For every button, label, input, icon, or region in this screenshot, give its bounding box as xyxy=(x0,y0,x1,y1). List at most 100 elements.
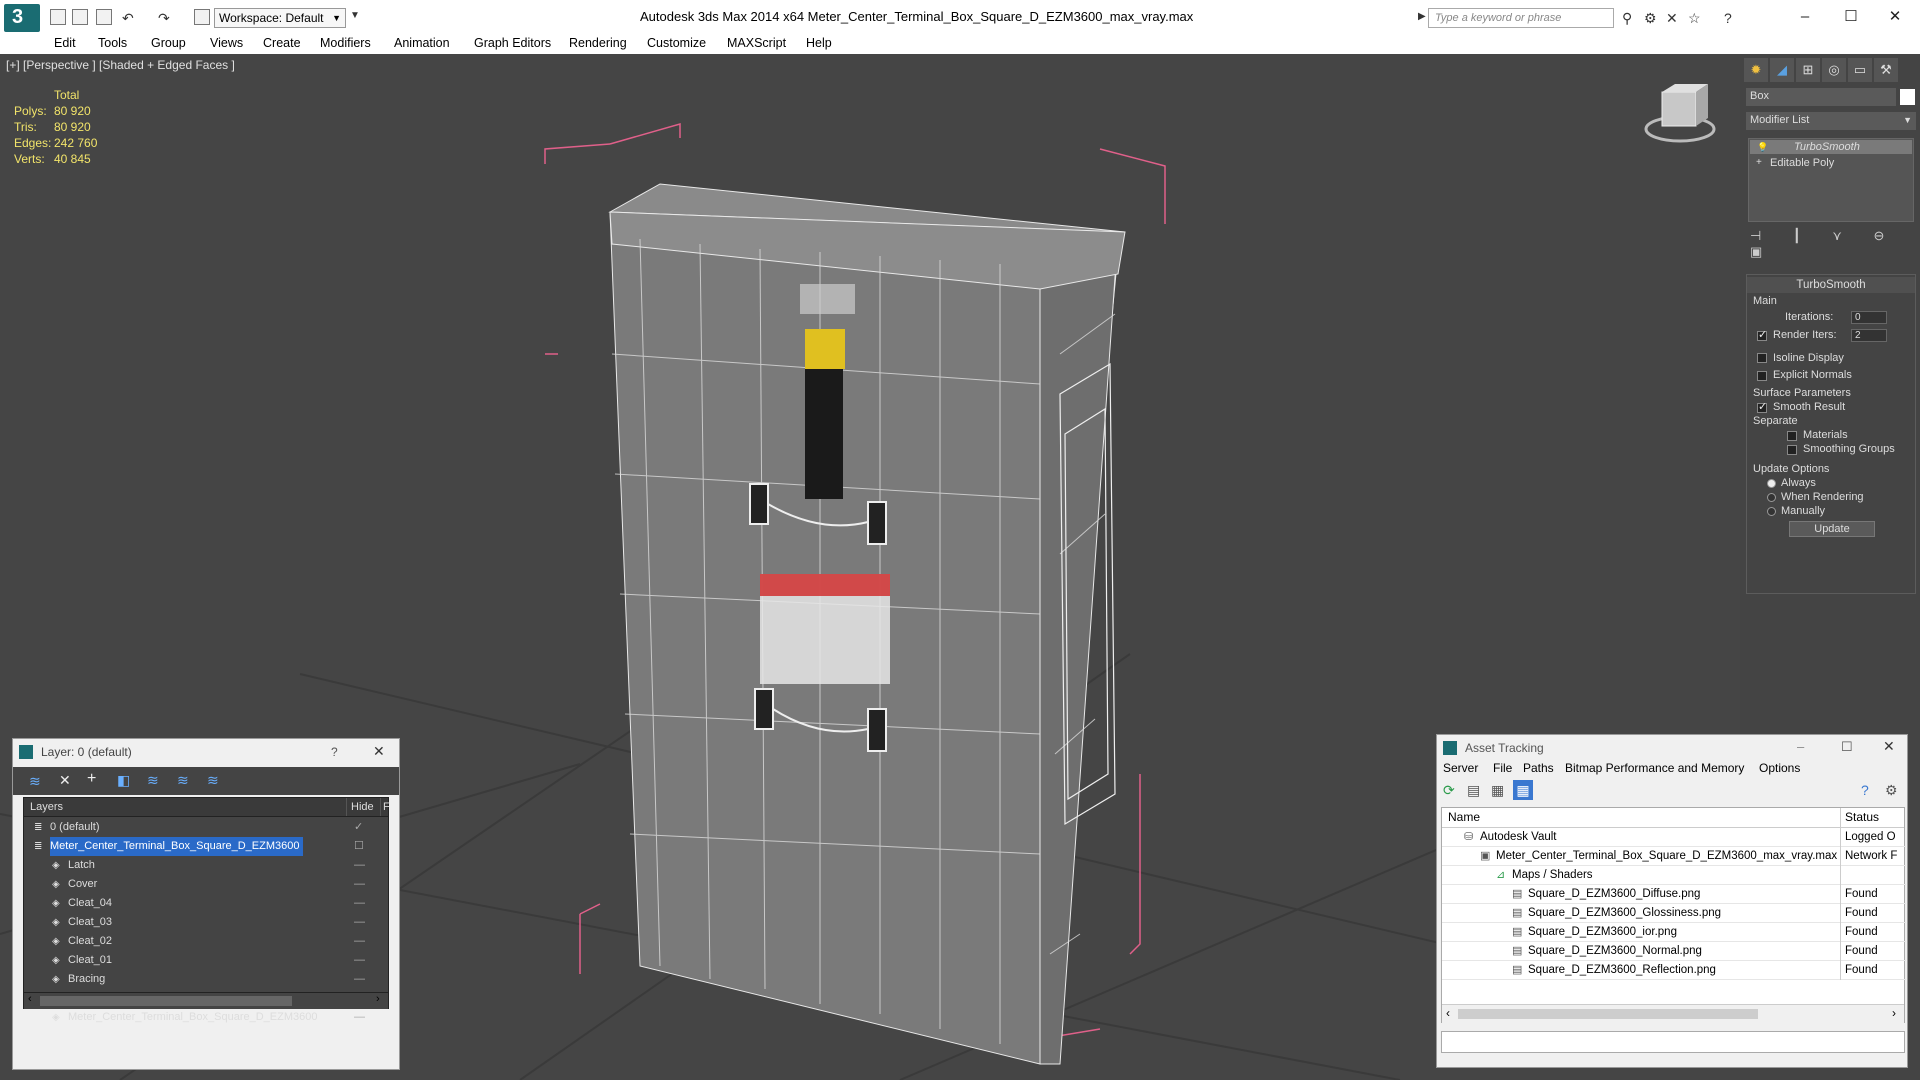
new-file-icon[interactable] xyxy=(50,9,66,25)
menu-edit[interactable]: Edit xyxy=(54,36,76,50)
delete-layer-icon[interactable]: ✕ xyxy=(59,772,71,789)
asset-row[interactable]: ▤ Square_D_EZM3600_Reflection.png Found xyxy=(1442,961,1906,980)
hide-toggle[interactable]: — xyxy=(354,951,365,970)
select-objects-icon[interactable]: ◧ xyxy=(117,772,130,789)
settings-icon[interactable]: ⚙ xyxy=(1885,782,1898,799)
expand-plus-icon[interactable]: + xyxy=(1756,157,1762,168)
col-hide[interactable]: Hide xyxy=(346,798,374,816)
modify-tab-icon[interactable]: ◢ xyxy=(1770,58,1794,82)
help-icon[interactable]: ? xyxy=(1724,10,1732,26)
explicit-normals-checkbox[interactable] xyxy=(1757,371,1767,381)
refresh-icon[interactable]: ⟳ xyxy=(1443,782,1455,799)
motion-tab-icon[interactable]: ◎ xyxy=(1822,58,1846,82)
workspace-dropdown[interactable]: Workspace: Default ▼ xyxy=(214,8,346,28)
col-f[interactable]: F xyxy=(380,798,390,816)
asset-row[interactable]: ⊿ Maps / Shaders xyxy=(1442,866,1906,885)
highlight-layers-icon[interactable]: ≋ xyxy=(147,772,159,789)
iterations-spinner[interactable]: 0 xyxy=(1851,311,1887,324)
close-icon[interactable]: ✕ xyxy=(373,743,385,760)
hide-toggle[interactable]: — xyxy=(354,932,365,951)
hide-toggle[interactable]: — xyxy=(354,913,365,932)
asset-menu-options[interactable]: Options xyxy=(1759,761,1800,775)
close-icon[interactable]: ✕ xyxy=(1883,738,1895,755)
menu-graph-editors[interactable]: Graph Editors xyxy=(474,36,551,50)
layer-row[interactable]: ◈ Cleat_01 — xyxy=(24,951,374,970)
materials-checkbox[interactable] xyxy=(1787,431,1797,441)
always-radio[interactable] xyxy=(1767,479,1776,488)
asset-menu-file[interactable]: File xyxy=(1493,761,1512,775)
asset-row[interactable]: ▣ Meter_Center_Terminal_Box_Square_D_EZM3… xyxy=(1442,847,1906,866)
layer-row[interactable]: ◈ Latch — xyxy=(24,856,374,875)
menu-rendering[interactable]: Rendering xyxy=(569,36,627,50)
hide-toggle[interactable]: — xyxy=(354,970,365,989)
menu-modifiers[interactable]: Modifiers xyxy=(320,36,371,50)
maximize-button[interactable]: ☐ xyxy=(1828,4,1874,30)
render-iters-spinner[interactable]: 2 xyxy=(1851,329,1887,342)
redo-icon[interactable]: ↷ xyxy=(158,10,170,27)
hide-toggle[interactable]: — xyxy=(354,894,365,913)
asset-menu-bitmap[interactable]: Bitmap Performance and Memory xyxy=(1565,761,1744,775)
object-name-field[interactable]: Box xyxy=(1746,88,1896,106)
utilities-tab-icon[interactable]: ⚒ xyxy=(1874,58,1898,82)
asset-row[interactable]: ▤ Square_D_EZM3600_ior.png Found xyxy=(1442,923,1906,942)
hide-all-icon[interactable]: ≋ xyxy=(177,772,189,789)
menu-animation[interactable]: Animation xyxy=(394,36,450,50)
scroll-thumb[interactable] xyxy=(1458,1009,1758,1019)
menu-views[interactable]: Views xyxy=(210,36,243,50)
quick-access-dropdown-icon[interactable]: ▼ xyxy=(350,10,360,21)
col-status[interactable]: Status xyxy=(1840,808,1879,827)
hide-toggle[interactable]: ☐ xyxy=(354,837,364,856)
asset-row[interactable]: ▤ Square_D_EZM3600_Diffuse.png Found xyxy=(1442,885,1906,904)
layer-row[interactable]: ≣ 0 (default) ✓ xyxy=(24,818,374,837)
layer-row[interactable]: ◈ Cleat_03 — xyxy=(24,913,374,932)
layer-row[interactable]: ≣ Meter_Center_Terminal_Box_Square_D_EZM3… xyxy=(24,837,374,856)
menu-tools[interactable]: Tools xyxy=(98,36,127,50)
add-to-layer-icon[interactable]: + xyxy=(87,770,96,788)
app-menu-button[interactable]: 3 xyxy=(4,4,40,32)
display-tab-icon[interactable]: ▭ xyxy=(1848,58,1872,82)
stack-item-turbosmooth[interactable]: TurboSmooth xyxy=(1750,140,1912,154)
search-expand-icon[interactable]: ▶ xyxy=(1418,11,1426,22)
asset-hscrollbar[interactable]: ‹ › xyxy=(1442,1004,1904,1023)
layer-row[interactable]: ◈ Cleat_02 — xyxy=(24,932,374,951)
menu-group[interactable]: Group xyxy=(151,36,186,50)
smoothing-groups-checkbox[interactable] xyxy=(1787,445,1797,455)
favorites-icon[interactable]: ☆ xyxy=(1688,10,1701,27)
layer-row[interactable]: ◈ Bracing — xyxy=(24,970,374,989)
save-file-icon[interactable] xyxy=(96,9,112,25)
scroll-right-icon[interactable]: › xyxy=(376,993,380,1005)
scroll-left-icon[interactable]: ‹ xyxy=(1446,1006,1450,1020)
col-layers[interactable]: Layers xyxy=(30,798,63,816)
menu-maxscript[interactable]: MAXScript xyxy=(727,36,786,50)
new-layer-icon[interactable]: ≋ xyxy=(29,773,41,790)
asset-menu-paths[interactable]: Paths xyxy=(1523,761,1554,775)
project-folder-icon[interactable] xyxy=(194,9,210,25)
communication-icon[interactable]: ✕ xyxy=(1666,10,1678,27)
layer-row[interactable]: ◈ Cover — xyxy=(24,875,374,894)
object-color-swatch[interactable] xyxy=(1900,89,1915,105)
create-tab-icon[interactable]: ✹ xyxy=(1744,58,1768,82)
asset-menu-server[interactable]: Server xyxy=(1443,761,1478,775)
menu-help[interactable]: Help xyxy=(806,36,832,50)
thumbnail-view-icon[interactable]: ▦ xyxy=(1491,782,1504,799)
scroll-left-icon[interactable]: ‹ xyxy=(28,993,32,1005)
asset-row[interactable]: ⛁ Autodesk Vault Logged O xyxy=(1442,828,1906,847)
update-button[interactable]: Update xyxy=(1789,521,1875,537)
hide-toggle[interactable]: — xyxy=(354,1008,365,1027)
bulb-icon[interactable]: 💡 xyxy=(1757,142,1768,153)
stack-item-editable-poly[interactable]: Editable Poly xyxy=(1750,156,1912,170)
hide-toggle[interactable]: — xyxy=(354,856,365,875)
render-iters-checkbox[interactable] xyxy=(1757,328,1767,341)
asset-path-field[interactable] xyxy=(1441,1031,1905,1053)
col-name[interactable]: Name xyxy=(1448,808,1480,827)
undo-icon[interactable]: ↶ xyxy=(122,10,134,27)
menu-customize[interactable]: Customize xyxy=(647,36,706,50)
manually-radio[interactable] xyxy=(1767,507,1776,516)
asset-row[interactable]: ▤ Square_D_EZM3600_Normal.png Found xyxy=(1442,942,1906,961)
freeze-all-icon[interactable]: ≋ xyxy=(207,772,219,789)
checkmark-icon[interactable]: ✓ xyxy=(354,818,363,837)
scroll-thumb[interactable] xyxy=(40,996,292,1006)
close-button[interactable]: ✕ xyxy=(1872,4,1918,30)
minimize-icon[interactable]: – xyxy=(1797,739,1804,754)
hide-toggle[interactable]: — xyxy=(354,875,365,894)
